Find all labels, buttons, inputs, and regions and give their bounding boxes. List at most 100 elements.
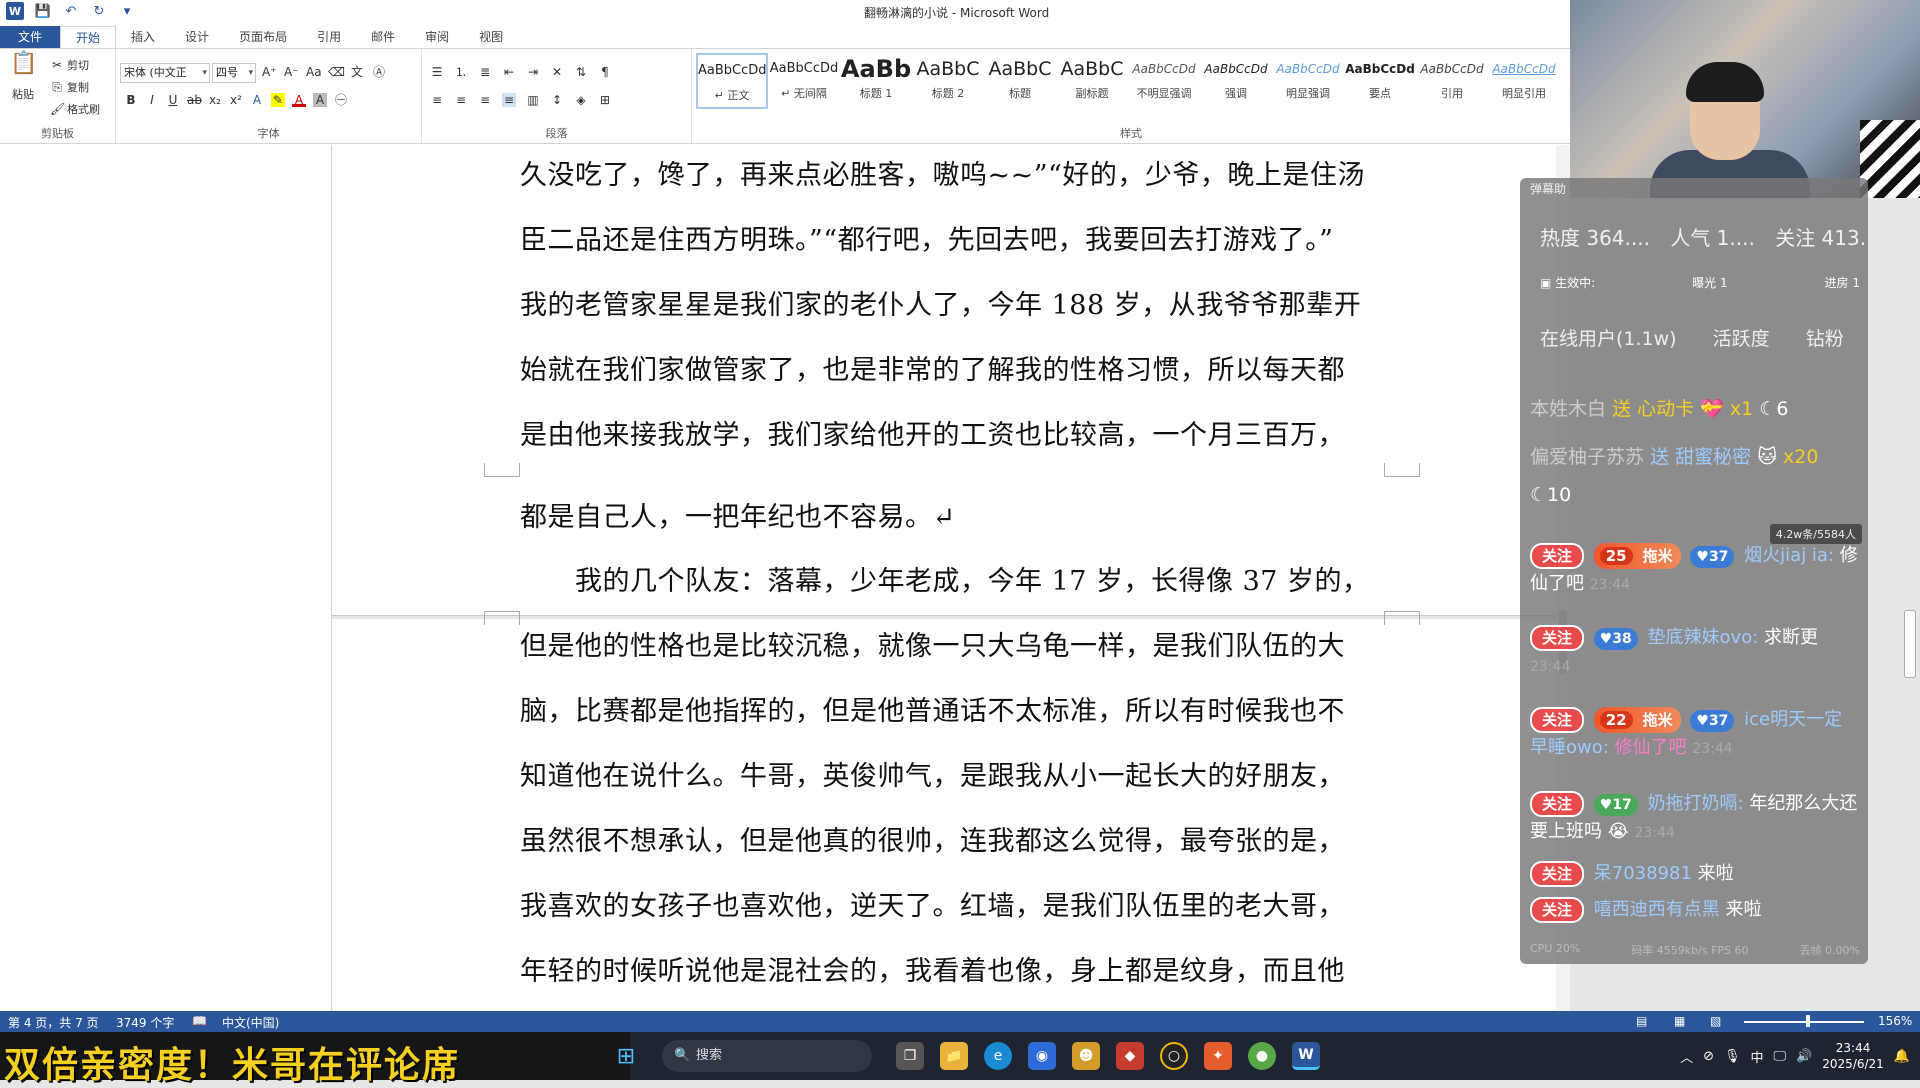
file-explorer-icon[interactable]: 📁 xyxy=(940,1042,968,1070)
align-right-icon[interactable]: ≡ xyxy=(478,93,492,107)
decrease-indent-icon[interactable]: ⇤ xyxy=(502,65,516,79)
edge-icon[interactable]: e xyxy=(984,1042,1012,1070)
clock[interactable]: 23:44 2025/6/21 xyxy=(1822,1040,1884,1072)
style-quote[interactable]: AaBbCcDd 引用 xyxy=(1416,53,1488,109)
tab-review[interactable]: 审阅 xyxy=(410,26,464,48)
follow-badge[interactable]: 关注 xyxy=(1530,897,1585,923)
display-icon[interactable]: 🖵 xyxy=(1774,1049,1787,1064)
style-heading-2[interactable]: AaBbC 标题 2 xyxy=(912,53,984,109)
app-icon[interactable]: ○ xyxy=(1160,1042,1188,1070)
word-count[interactable]: 3749 个字 xyxy=(116,1014,174,1031)
follow-badge[interactable]: 关注 xyxy=(1530,543,1585,569)
show-marks-icon[interactable]: ¶ xyxy=(598,65,612,79)
task-view-icon[interactable]: ❐ xyxy=(896,1042,924,1070)
follow-badge[interactable]: 关注 xyxy=(1530,707,1585,733)
tab-home[interactable]: 开始 xyxy=(60,26,117,48)
word-taskbar-icon[interactable]: W xyxy=(1292,1042,1320,1070)
style-no-spacing[interactable]: AaBbCcDd ↵ 无间隔 xyxy=(768,53,840,109)
style-emphasis[interactable]: AaBbCcDd 强调 xyxy=(1200,53,1272,109)
read-mode-icon[interactable]: ▤ xyxy=(1636,1014,1647,1028)
zoom-level[interactable]: 156% xyxy=(1878,1014,1912,1028)
copy-button[interactable]: ⎘ 复制 xyxy=(50,79,89,95)
network-off-icon[interactable]: ⊘ xyxy=(1703,1049,1714,1064)
italic-icon[interactable]: I xyxy=(145,93,159,107)
app-icon[interactable]: ◆ xyxy=(1116,1042,1144,1070)
overlay-scrollbar[interactable] xyxy=(1904,610,1916,678)
language[interactable]: 中文(中国) xyxy=(222,1014,279,1031)
tab-design[interactable]: 设计 xyxy=(170,26,224,48)
phonetic-icon[interactable]: 文 xyxy=(350,65,364,79)
format-painter-button[interactable]: 🖌 格式刷 xyxy=(50,101,100,117)
font-name-combo[interactable]: 宋体 (中文正 xyxy=(120,63,210,83)
superscript-icon[interactable]: x² xyxy=(229,93,243,107)
tab-diamond-fans[interactable]: 钻粉 xyxy=(1806,328,1844,350)
bullets-icon[interactable]: ☰ xyxy=(430,65,444,79)
tab-references[interactable]: 引用 xyxy=(302,26,356,48)
clear-format-icon[interactable]: ⌫ xyxy=(328,65,345,79)
tab-view[interactable]: 视图 xyxy=(464,26,518,48)
shading-icon[interactable]: ◈ xyxy=(574,93,588,107)
subscript-icon[interactable]: x₂ xyxy=(208,93,222,107)
char-border-icon[interactable]: Ⓐ xyxy=(372,65,386,79)
align-center-icon[interactable]: ≡ xyxy=(454,93,468,107)
tab-online-users[interactable]: 在线用户(1.1w) xyxy=(1540,328,1677,350)
microphone-icon[interactable]: 🎙 xyxy=(1724,1049,1741,1064)
tab-layout[interactable]: 页面布局 xyxy=(224,26,302,48)
justify-icon[interactable]: ≡ xyxy=(502,93,516,107)
save-icon[interactable]: 💾 xyxy=(34,2,52,20)
numbering-icon[interactable]: ⒈ xyxy=(454,65,468,79)
volume-icon[interactable]: 🔊 xyxy=(1796,1049,1812,1064)
paste-button[interactable]: 📋 粘贴 xyxy=(10,53,37,102)
font-color-icon[interactable]: A xyxy=(292,93,306,107)
zoom-slider[interactable] xyxy=(1744,1021,1864,1023)
style-heading-1[interactable]: AaBb 标题 1 xyxy=(840,53,912,109)
asian-layout-icon[interactable]: ✕ xyxy=(550,65,564,79)
app-icon[interactable]: ◉ xyxy=(1028,1042,1056,1070)
follow-badge[interactable]: 关注 xyxy=(1530,861,1585,887)
char-shading-icon[interactable]: A xyxy=(313,93,327,107)
style-intense-emphasis[interactable]: AaBbCcDd 明显强调 xyxy=(1272,53,1344,109)
style-subtitle[interactable]: AaBbC 副标题 xyxy=(1056,53,1128,109)
sort-icon[interactable]: ⇅ xyxy=(574,65,588,79)
follow-badge[interactable]: 关注 xyxy=(1530,625,1585,651)
distributed-icon[interactable]: ▥ xyxy=(526,93,540,107)
app-icon[interactable]: ☻ xyxy=(1072,1042,1100,1070)
chevron-up-icon[interactable]: ︿ xyxy=(1680,1047,1693,1066)
tab-activity[interactable]: 活跃度 xyxy=(1713,328,1770,350)
page-count[interactable]: 第 4 页，共 7 页 xyxy=(8,1014,99,1031)
undo-icon[interactable]: ↶ xyxy=(62,2,80,20)
app-icon[interactable]: ✦ xyxy=(1204,1042,1232,1070)
style-normal[interactable]: AaBbCcDd ↵ 正文 xyxy=(696,53,768,109)
enclose-char-icon[interactable]: ㊀ xyxy=(334,93,348,107)
strikethrough-icon[interactable]: ab xyxy=(187,93,202,107)
style-subtle-emphasis[interactable]: AaBbCcDd 不明显强调 xyxy=(1128,53,1200,109)
line-spacing-icon[interactable]: ↕ xyxy=(550,93,564,107)
grow-font-icon[interactable]: A⁺ xyxy=(262,65,277,79)
borders-icon[interactable]: ⊞ xyxy=(598,93,612,107)
notification-bell-icon[interactable]: 🔔 xyxy=(1894,1049,1910,1064)
follow-badge[interactable]: 关注 xyxy=(1530,791,1585,817)
proofing-icon[interactable]: 📖 xyxy=(192,1014,207,1028)
tab-file[interactable]: 文件 xyxy=(0,26,61,48)
text-effect-icon[interactable]: A xyxy=(250,93,264,107)
zoom-slider-thumb[interactable] xyxy=(1806,1015,1810,1027)
cut-button[interactable]: ✂ 剪切 xyxy=(50,57,89,73)
style-title[interactable]: AaBbC 标题 xyxy=(984,53,1056,109)
app-icon[interactable]: ● xyxy=(1248,1042,1276,1070)
bold-icon[interactable]: B xyxy=(124,93,138,107)
print-layout-icon[interactable]: ▦ xyxy=(1674,1014,1685,1028)
shrink-font-icon[interactable]: A⁻ xyxy=(284,65,299,79)
customize-qat-icon[interactable]: ▾ xyxy=(118,2,136,20)
change-case-icon[interactable]: Aa xyxy=(306,65,322,79)
align-left-icon[interactable]: ≡ xyxy=(430,93,444,107)
windows-start-icon[interactable]: ⊞ xyxy=(612,1042,640,1070)
redo-icon[interactable]: ↻ xyxy=(90,2,108,20)
style-intense-quote[interactable]: AaBbCcDd 明显引用 xyxy=(1488,53,1560,109)
multilevel-icon[interactable]: ≣ xyxy=(478,65,492,79)
taskbar-search[interactable]: 🔍 搜索 xyxy=(662,1040,872,1072)
underline-icon[interactable]: U xyxy=(166,93,180,107)
tab-insert[interactable]: 插入 xyxy=(116,26,170,48)
ime-indicator[interactable]: 中 xyxy=(1751,1047,1764,1066)
style-strong[interactable]: AaBbCcDd 要点 xyxy=(1344,53,1416,109)
highlight-icon[interactable]: ✎ xyxy=(271,93,285,107)
